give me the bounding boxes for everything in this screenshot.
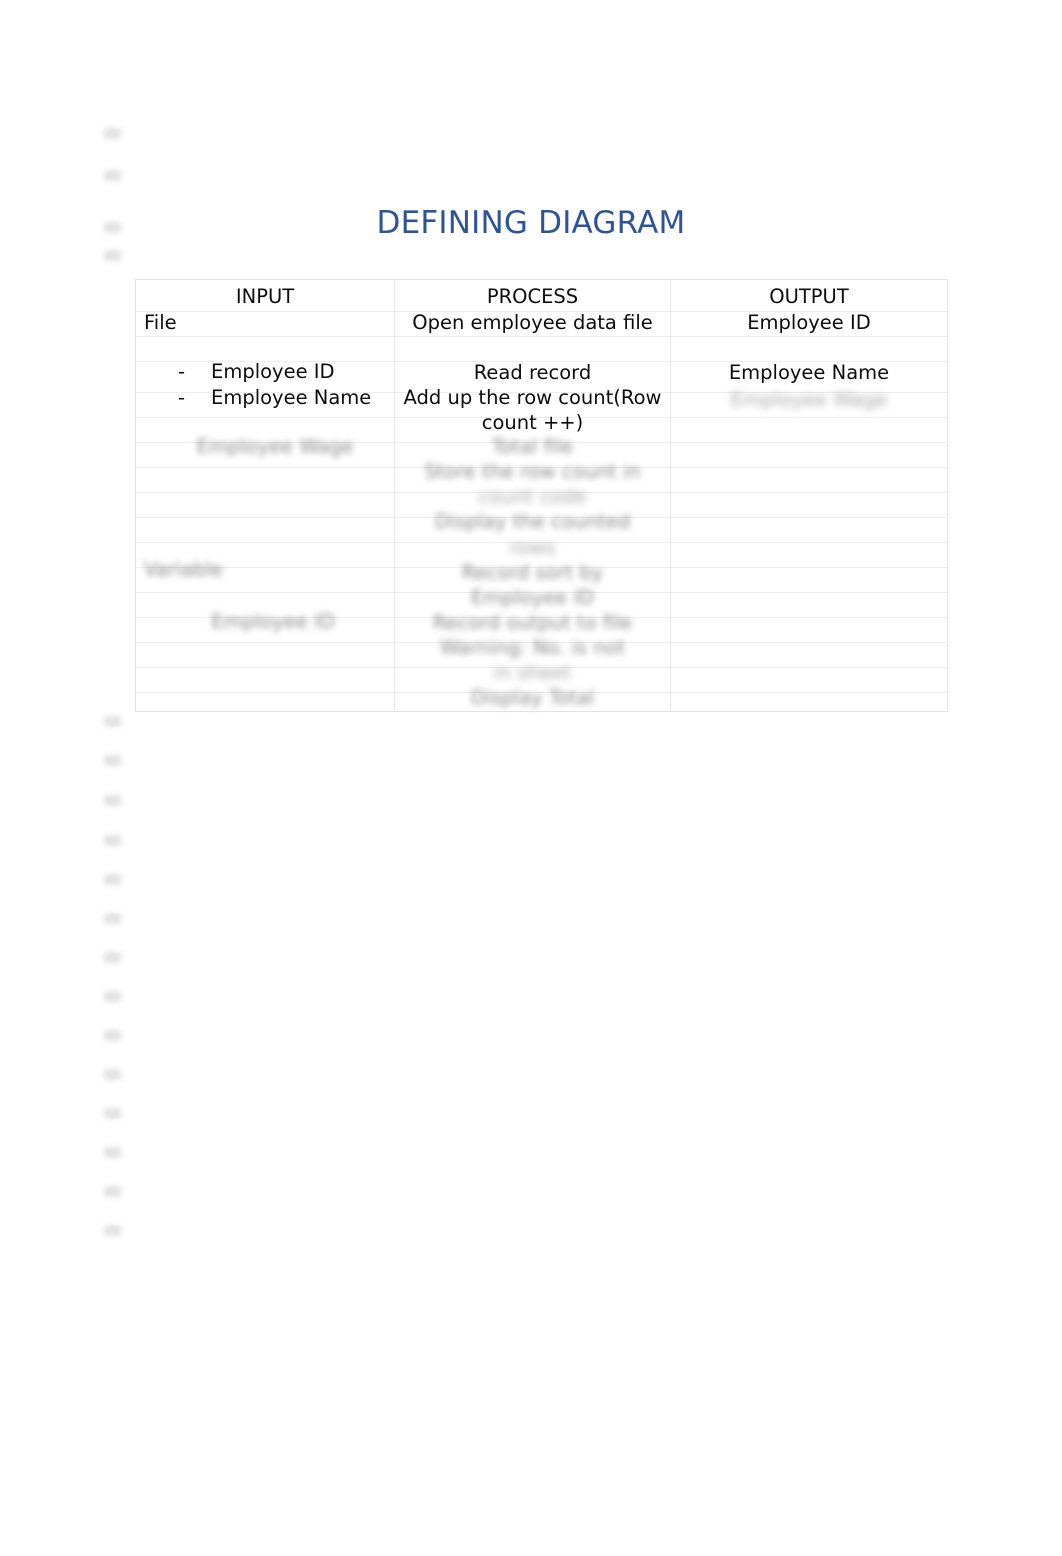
page-title: DEFINING DIAGRAM — [376, 205, 686, 241]
redacted-process-step: in sheet — [493, 661, 572, 684]
column-header-process: PROCESS — [486, 285, 579, 308]
redacted-process-step: count code — [478, 485, 587, 508]
redacted-output-item: Employee Wage — [730, 388, 888, 411]
table-column-process: PROCESS Open employee data file Read rec… — [395, 280, 671, 711]
redacted-input-item: Employee ID — [211, 610, 335, 633]
redacted-process-step: Employee ID — [470, 586, 595, 609]
input-bullet-list: - Employee ID - Employee Name — [178, 359, 390, 410]
margin-mark — [104, 1069, 121, 1080]
margin-mark — [104, 795, 121, 806]
margin-mark — [104, 913, 121, 924]
input-file-label: File — [144, 311, 177, 334]
margin-mark — [104, 1108, 121, 1119]
margin-mark — [104, 755, 121, 766]
list-item: - Employee Name — [178, 385, 390, 411]
margin-mark — [104, 1030, 121, 1041]
list-item: - Employee ID — [178, 359, 390, 385]
output-item: Employee Name — [728, 361, 890, 384]
margin-mark — [104, 170, 121, 181]
table-column-input: INPUT File - Employee ID - Employee Name… — [136, 280, 395, 711]
redacted-process-step: Record output to file — [432, 611, 633, 634]
redacted-process-step: Record sort by — [461, 561, 604, 584]
redacted-process-step: Display the counted — [434, 510, 631, 533]
column-header-input: INPUT — [235, 285, 295, 308]
margin-mark — [104, 835, 121, 846]
bullet-dash: - — [178, 385, 186, 409]
document-page: DEFINING DIAGRAM INPUT File - Employee I… — [0, 0, 1062, 1556]
margin-mark — [104, 874, 121, 885]
margin-mark — [104, 952, 121, 963]
process-step: Add up the row count(Row count ++) — [403, 386, 662, 434]
redacted-input-item: Variable — [144, 558, 223, 581]
process-step: Open employee data file — [412, 311, 653, 334]
margin-mark — [104, 128, 121, 139]
margin-mark — [104, 716, 121, 727]
margin-mark — [104, 1225, 121, 1236]
redacted-process-step: Total file — [491, 435, 574, 458]
redacted-process-step: Warning: No. is not — [439, 636, 626, 659]
margin-mark — [104, 991, 121, 1002]
redacted-process-step: Store the row count in — [424, 460, 641, 483]
process-step: Read record — [473, 361, 592, 384]
margin-mark — [104, 1186, 121, 1197]
bullet-dash: - — [178, 360, 186, 383]
defining-diagram-table: INPUT File - Employee ID - Employee Name… — [135, 279, 948, 712]
output-item: Employee ID — [747, 311, 871, 334]
column-header-output: OUTPUT — [769, 285, 849, 308]
table-column-output: OUTPUT Employee ID Employee Name Employe… — [671, 280, 947, 711]
margin-mark — [104, 250, 121, 261]
redacted-process-step: rows — [509, 536, 556, 559]
list-item-label: Employee Name — [211, 385, 372, 409]
margin-mark — [104, 1147, 121, 1158]
list-item-label: Employee ID — [211, 360, 335, 383]
redacted-process-step: Display Total — [470, 686, 595, 709]
redacted-input-item: Employee Wage — [196, 435, 354, 458]
